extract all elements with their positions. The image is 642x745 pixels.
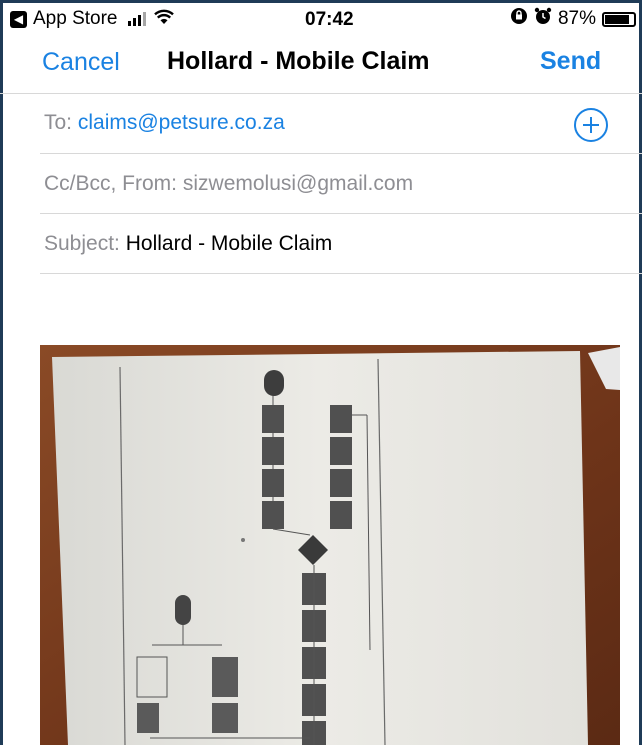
- back-app-label[interactable]: App Store: [33, 8, 118, 30]
- cc-from-label: Cc/Bcc, From:: [44, 172, 178, 195]
- battery-percent: 87%: [557, 8, 596, 29]
- back-arrow-icon[interactable]: ◀: [10, 10, 27, 28]
- cc-from-field[interactable]: Cc/Bcc, From: sizwemolusi@gmail.com: [44, 172, 413, 196]
- cellular-signal-icon: [127, 12, 146, 26]
- subject-input[interactable]: Hollard - Mobile Claim: [126, 232, 333, 255]
- photo-of-printed-flowchart: [40, 345, 620, 745]
- nav-divider: [0, 93, 642, 94]
- to-field[interactable]: To: claims@petsure.co.za: [44, 111, 285, 135]
- subject-divider: [40, 273, 642, 274]
- to-label: To:: [44, 111, 73, 134]
- orientation-lock-icon: [510, 7, 528, 31]
- to-recipient[interactable]: claims@petsure.co.za: [78, 111, 285, 134]
- battery-fill: [605, 14, 629, 24]
- status-right-group: 87%: [510, 7, 636, 31]
- subject-label: Subject:: [44, 232, 120, 255]
- status-bar: ◀ App Store 07:42 87%: [10, 5, 636, 33]
- cancel-button[interactable]: Cancel: [42, 48, 120, 77]
- battery-icon: [602, 11, 636, 27]
- status-time: 07:42: [305, 9, 354, 30]
- window-border-top: [0, 0, 642, 3]
- compose-nav-bar: Cancel Hollard - Mobile Claim Send: [0, 42, 642, 86]
- attached-photo[interactable]: [40, 345, 620, 745]
- to-divider: [40, 153, 642, 154]
- window-border-left: [0, 0, 3, 745]
- wifi-icon: [153, 9, 174, 30]
- compose-title: Hollard - Mobile Claim: [167, 47, 430, 75]
- send-button[interactable]: Send: [540, 47, 601, 76]
- subject-field[interactable]: Subject: Hollard - Mobile Claim: [44, 232, 332, 256]
- alarm-icon: [534, 7, 552, 31]
- cc-divider: [40, 213, 642, 214]
- plus-circle-icon[interactable]: [574, 108, 608, 142]
- from-address[interactable]: sizwemolusi@gmail.com: [183, 172, 413, 195]
